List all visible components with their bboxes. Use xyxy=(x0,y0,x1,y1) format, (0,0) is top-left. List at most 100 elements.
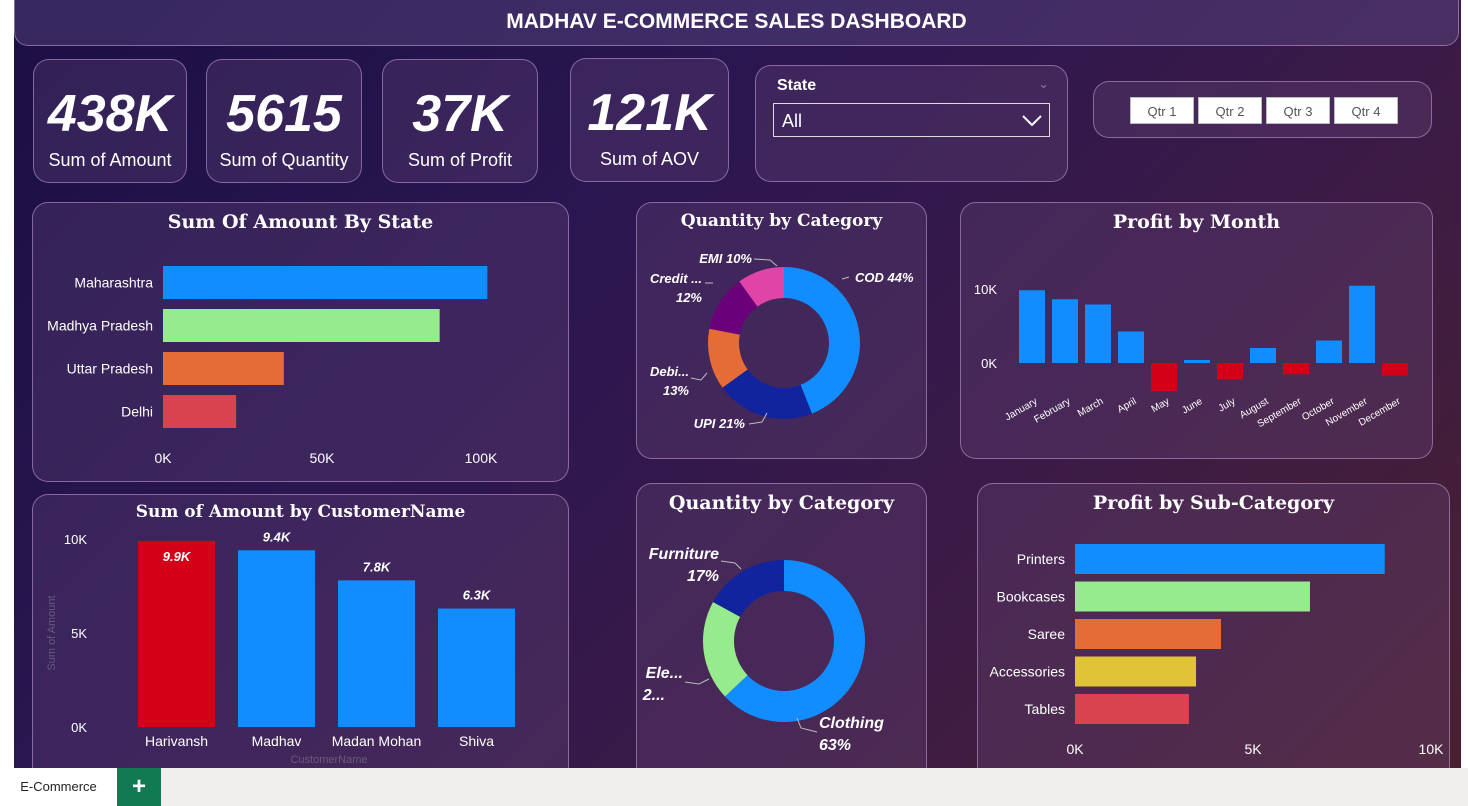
kpi-card-amount[interactable]: 438K Sum of Amount xyxy=(33,59,187,183)
tick-label: 0K xyxy=(1066,741,1084,757)
chart-amount-by-customer[interactable]: Sum of Amount by CustomerName 10K 5K 0K Sum… xyxy=(32,494,569,768)
quarter-button-2[interactable]: Qtr 2 xyxy=(1198,97,1262,124)
category-label: Shiva xyxy=(459,733,494,749)
page-tab-bar: E-Commerce + xyxy=(0,768,1468,806)
kpi-value: 5615 xyxy=(226,85,342,143)
chart-svg: 10K 5K 0K Sum of Amount CustomerName 9.9K Hari… xyxy=(46,529,515,766)
month-label: May xyxy=(1150,396,1172,415)
category-label: Tables xyxy=(1025,701,1065,717)
leader-line xyxy=(753,258,778,267)
data-label: 9.4K xyxy=(263,529,292,544)
bar xyxy=(1283,363,1309,375)
month-label: June xyxy=(1180,396,1205,417)
dashboard-canvas: MADHAV E-COMMERCE SALES DASHBOARD 438K S… xyxy=(14,0,1461,768)
bar xyxy=(1250,348,1276,363)
chart-quantity-by-payment[interactable]: Quantity by Category COD 44% UPI 21% Debi.… xyxy=(636,202,927,459)
slice-label: EMI 10% xyxy=(699,251,752,266)
month-label: March xyxy=(1076,396,1106,419)
bar xyxy=(1151,363,1177,392)
state-dropdown[interactable]: All xyxy=(773,103,1050,137)
bar xyxy=(1075,581,1310,612)
chart-svg: Printers Bookcases Saree Accessories Tables 0… xyxy=(990,544,1444,757)
tick-label: 0K xyxy=(981,356,997,371)
category-label: Maharashtra xyxy=(74,275,153,291)
chevron-down-icon xyxy=(1022,115,1042,127)
kpi-label: Sum of Profit xyxy=(407,150,513,170)
bar xyxy=(1075,656,1197,687)
data-label: 9.9K xyxy=(163,549,192,564)
quarter-button-1[interactable]: Qtr 1 xyxy=(1130,97,1194,124)
category-label: Harivansh xyxy=(145,733,208,749)
tick-label: 50K xyxy=(310,450,336,466)
bar xyxy=(238,550,315,727)
tick-label: 10K xyxy=(974,282,997,297)
kpi-value: 438K xyxy=(47,85,173,143)
x-axis-title: CustomerName xyxy=(290,754,367,766)
bar xyxy=(138,540,215,727)
bar xyxy=(163,266,488,299)
kpi-card-quantity[interactable]: 5615 Sum of Quantity xyxy=(206,59,362,183)
category-label: Madhya Pradesh xyxy=(47,318,153,334)
category-label: Madhav xyxy=(252,733,302,749)
chart-quantity-by-category[interactable]: Quantity by Category Clothing 63% Ele... 2.… xyxy=(636,483,927,768)
tick-label: 5K xyxy=(71,626,87,641)
slice-sublabel: 63% xyxy=(819,737,851,754)
state-slicer-label: State xyxy=(777,77,817,94)
leader-line xyxy=(720,560,742,570)
chevron-down-icon[interactable]: ⌄ xyxy=(1038,76,1049,92)
tick-label: 10K xyxy=(64,532,87,547)
bar xyxy=(1019,290,1045,363)
slice-label: Furniture xyxy=(649,546,719,563)
category-label: Uttar Pradesh xyxy=(67,361,153,377)
slice-label: UPI 21% xyxy=(694,416,746,431)
slice-sublabel: 17% xyxy=(687,568,719,585)
state-dropdown-value: All xyxy=(782,111,803,131)
kpi-label: Sum of Quantity xyxy=(219,150,349,170)
chart-svg: COD 44% UPI 21% Debi... 13% Credit ... 12% EMI… xyxy=(650,251,914,431)
bar xyxy=(338,580,415,727)
header-banner: MADHAV E-COMMERCE SALES DASHBOARD xyxy=(14,0,1459,46)
kpi-label: Sum of Amount xyxy=(48,150,172,170)
leader-line xyxy=(684,678,710,685)
state-slicer: State ⌄ All xyxy=(755,65,1068,182)
slice-label: Debi... xyxy=(650,364,689,379)
slice-label: COD 44% xyxy=(855,270,914,285)
add-page-button[interactable]: + xyxy=(117,768,161,806)
category-label: Bookcases xyxy=(997,589,1065,605)
bar xyxy=(1085,304,1111,363)
data-label: 6.3K xyxy=(463,588,492,603)
leader-line xyxy=(841,276,850,280)
category-label: Delhi xyxy=(121,404,153,420)
bar xyxy=(438,608,515,727)
category-label: Accessories xyxy=(990,664,1065,680)
page-title: MADHAV E-COMMERCE SALES DASHBOARD xyxy=(506,10,967,33)
tab-e-commerce[interactable]: E-Commerce xyxy=(0,768,118,806)
kpi-card-aov[interactable]: 121K Sum of AOV xyxy=(570,58,729,182)
month-label: July xyxy=(1217,396,1238,414)
quarter-button-4[interactable]: Qtr 4 xyxy=(1334,97,1398,124)
chart-amount-by-state[interactable]: Sum Of Amount By State Maharashtra Madhya… xyxy=(32,202,569,482)
tick-label: 0K xyxy=(71,720,87,735)
kpi-card-profit[interactable]: 37K Sum of Profit xyxy=(382,59,538,183)
bar xyxy=(1184,360,1210,363)
slice-label: Ele... xyxy=(646,665,683,682)
kpi-label: Sum of AOV xyxy=(599,149,700,169)
slice-sublabel: 12% xyxy=(676,290,702,305)
bar xyxy=(1052,299,1078,363)
quarter-button-3[interactable]: Qtr 3 xyxy=(1266,97,1330,124)
kpi-value: 37K xyxy=(412,85,508,143)
data-label: 7.8K xyxy=(363,559,392,574)
bar xyxy=(1118,331,1144,363)
chart-profit-by-subcategory[interactable]: Profit by Sub-Category Printers Bookcases… xyxy=(977,483,1450,768)
chart-svg: Clothing 63% Ele... 2... Furniture 17% xyxy=(642,546,884,754)
kpi-value: 121K xyxy=(587,84,712,142)
bar xyxy=(163,309,440,342)
month-label: February xyxy=(1032,396,1072,426)
bar xyxy=(1217,363,1243,380)
bar xyxy=(1349,285,1375,363)
bar xyxy=(1075,619,1221,649)
month-label: April xyxy=(1116,396,1139,416)
bar xyxy=(1316,340,1342,363)
chart-profit-by-month[interactable]: Profit by Month 10K 0K January February Marc… xyxy=(960,202,1433,459)
slice-sublabel: 13% xyxy=(663,383,689,398)
